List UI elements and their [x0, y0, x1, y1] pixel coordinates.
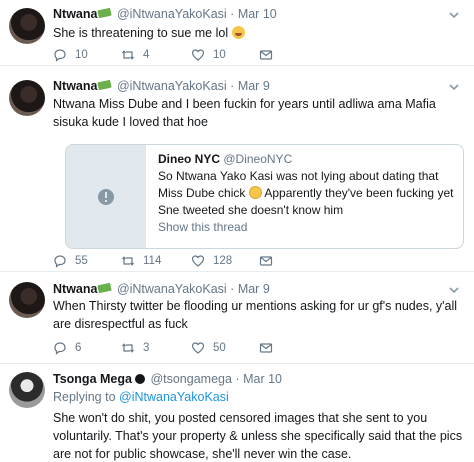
- quoted-tweet-text: So Ntwana Yako Kasi was not lying about …: [158, 168, 455, 219]
- author-handle[interactable]: @iNtwanaYakoKasi: [117, 7, 227, 21]
- message-button[interactable]: [259, 254, 273, 268]
- tweet-text: Ntwana Miss Dube and I been fuckin for y…: [53, 97, 436, 129]
- avatar[interactable]: [9, 8, 45, 44]
- quoted-tweet[interactable]: Dineo NYC @DineoNYC So Ntwana Yako Kasi …: [65, 144, 464, 249]
- money-emoji-icon: [97, 7, 113, 19]
- show-thread-link[interactable]: Show this thread: [158, 219, 455, 236]
- author-handle[interactable]: @iNtwanaYakoKasi: [117, 79, 227, 93]
- tweet-text-content: She is threatening to sue me lol: [53, 26, 229, 40]
- reply-button[interactable]: 55: [53, 254, 88, 268]
- like-count: 128: [213, 255, 233, 267]
- avatar[interactable]: [9, 282, 45, 318]
- reply-icon: [54, 342, 66, 355]
- separator-dot: ·: [230, 282, 235, 296]
- author-handle[interactable]: @tsongamega: [150, 372, 232, 386]
- separator-dot: ·: [230, 7, 235, 21]
- alert-icon: [98, 188, 114, 205]
- message-button[interactable]: [259, 48, 273, 62]
- heart-icon: [191, 255, 205, 267]
- tweet-2[interactable]: Ntwana @iNtwanaYakoKasi · Mar 9 Ntwana M…: [0, 72, 474, 272]
- tweet-actions: 10 4 10: [53, 48, 313, 64]
- chevron-down-icon[interactable]: [448, 81, 460, 93]
- reply-count: 6: [75, 342, 82, 354]
- tweet-header: Ntwana @iNtwanaYakoKasi · Mar 9: [53, 79, 270, 93]
- author-handle[interactable]: @iNtwanaYakoKasi: [117, 282, 227, 296]
- grinning-emoji-icon: [231, 26, 245, 39]
- envelope-icon: [259, 343, 273, 353]
- author-name[interactable]: Tsonga Mega: [53, 372, 132, 386]
- tweet-header: Tsonga Mega @tsongamega · Mar 10: [53, 372, 282, 386]
- tweet-text: She won't do shit, you posted censored i…: [53, 411, 463, 461]
- reply-button[interactable]: 10: [53, 48, 88, 62]
- retweet-button[interactable]: 4: [121, 48, 149, 62]
- tweet-header: Ntwana @iNtwanaYakoKasi · Mar 9: [53, 282, 270, 296]
- retweet-button[interactable]: 114: [121, 254, 161, 268]
- chevron-down-icon[interactable]: [448, 284, 460, 296]
- tweet-3[interactable]: Ntwana @iNtwanaYakoKasi · Mar 9 When Thi…: [0, 278, 474, 364]
- tweet-text: She is threatening to sue me lol: [53, 24, 464, 42]
- heart-icon: [191, 49, 205, 61]
- replying-to-label: Replying to: [53, 390, 116, 404]
- tweet-text: When Thirsty twitter be flooding ur ment…: [53, 299, 458, 331]
- avatar[interactable]: [9, 80, 45, 116]
- quoted-tweet-body: Dineo NYC @DineoNYC So Ntwana Yako Kasi …: [158, 151, 455, 236]
- quoted-media-placeholder: [66, 145, 146, 248]
- money-emoji-icon: [97, 282, 113, 294]
- quoted-author-name: Dineo NYC: [158, 152, 221, 166]
- reply-icon: [54, 255, 66, 268]
- message-button[interactable]: [259, 341, 273, 355]
- money-emoji-icon: [97, 79, 113, 91]
- tweet-actions: 6 3 50: [53, 341, 313, 357]
- envelope-icon: [259, 50, 273, 60]
- separator-dot: ·: [230, 79, 235, 93]
- tweet-date[interactable]: Mar 9: [238, 79, 270, 93]
- chevron-down-icon[interactable]: [448, 9, 460, 21]
- replying-to-handle[interactable]: @iNtwanaYakoKasi: [119, 390, 229, 404]
- retweet-count: 3: [143, 342, 150, 354]
- envelope-icon: [259, 256, 273, 266]
- like-button[interactable]: 50: [191, 341, 226, 355]
- replying-to: Replying to @iNtwanaYakoKasi: [53, 390, 229, 404]
- author-name[interactable]: Ntwana: [53, 7, 97, 21]
- retweet-button[interactable]: 3: [121, 341, 149, 355]
- retweet-count: 4: [143, 49, 150, 61]
- profile-badge-icon: [134, 374, 145, 384]
- reply-icon: [54, 49, 66, 62]
- like-button[interactable]: 10: [191, 48, 226, 62]
- separator-dot: ·: [235, 372, 240, 386]
- reply-count: 10: [75, 49, 88, 61]
- author-name[interactable]: Ntwana: [53, 79, 97, 93]
- tweet-4[interactable]: Tsonga Mega @tsongamega · Mar 10 Replyin…: [0, 366, 474, 462]
- author-name[interactable]: Ntwana: [53, 282, 97, 296]
- face-emoji-icon: [248, 186, 262, 199]
- quoted-author-handle: @DineoNYC: [223, 152, 293, 166]
- heart-icon: [191, 342, 205, 354]
- tweet-header: Ntwana @iNtwanaYakoKasi · Mar 10: [53, 7, 277, 21]
- avatar[interactable]: [9, 372, 45, 408]
- like-button[interactable]: 128: [191, 254, 232, 268]
- tweet-date[interactable]: Mar 10: [243, 372, 282, 386]
- retweet-count: 114: [143, 255, 162, 267]
- reply-count: 55: [75, 255, 88, 267]
- retweet-icon: [122, 256, 134, 266]
- retweet-icon: [122, 50, 134, 60]
- like-count: 50: [213, 342, 226, 354]
- reply-button[interactable]: 6: [53, 341, 81, 355]
- tweet-1[interactable]: Ntwana @iNtwanaYakoKasi · Mar 10 She is …: [0, 0, 474, 66]
- tweet-date[interactable]: Mar 9: [238, 282, 270, 296]
- retweet-icon: [122, 343, 134, 353]
- tweet-actions: 55 114 128: [53, 254, 313, 270]
- tweet-date[interactable]: Mar 10: [238, 7, 277, 21]
- like-count: 10: [213, 49, 226, 61]
- quoted-tweet-header: Dineo NYC @DineoNYC: [158, 151, 455, 168]
